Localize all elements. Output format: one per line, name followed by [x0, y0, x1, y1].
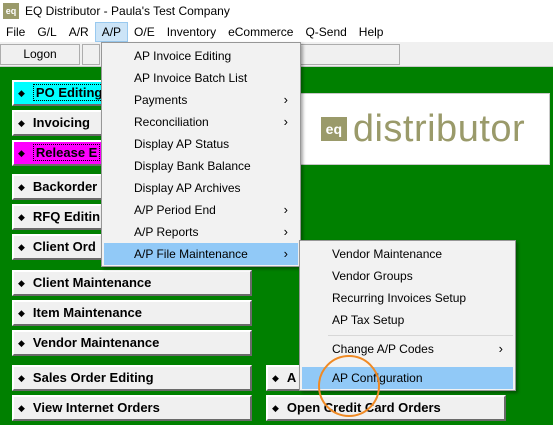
diamond-icon: ◆	[18, 212, 25, 222]
menu-ap[interactable]: A/P	[94, 22, 129, 42]
button-label: Release E	[32, 144, 101, 161]
menu-item-label: AP Configuration	[332, 371, 423, 385]
button-label: RFQ Editin	[32, 209, 101, 224]
menu-item-ap-file-maintenance[interactable]: A/P File Maintenance ›	[104, 243, 298, 265]
diamond-icon: ◆	[18, 278, 25, 288]
po-editing-button[interactable]: ◆ PO Editing	[12, 80, 112, 106]
menu-item-label: AP Tax Setup	[332, 313, 405, 327]
menu-separator	[328, 335, 513, 336]
button-label: PO Editing	[32, 84, 106, 101]
button-label: View Internet Orders	[32, 400, 160, 415]
menu-help[interactable]: Help	[353, 22, 390, 42]
menu-item-label: A/P Reports	[134, 225, 199, 239]
backorders-button[interactable]: ◆ Backorder	[12, 174, 112, 200]
menu-item-vendor-groups[interactable]: Vendor Groups	[302, 265, 513, 287]
button-label: Vendor Maintenance	[32, 335, 160, 350]
button-label: Invoicing	[32, 115, 90, 130]
menu-item-ap-tax-setup[interactable]: AP Tax Setup	[302, 309, 513, 331]
release-button[interactable]: ◆ Release E	[12, 140, 112, 166]
button-label: Item Maintenance	[32, 305, 143, 320]
menu-item-display-ap-archives[interactable]: Display AP Archives	[104, 177, 298, 199]
toolbar-button[interactable]	[300, 44, 400, 65]
submenu-arrow-icon: ›	[283, 202, 288, 217]
rfq-editing-button[interactable]: ◆ RFQ Editin	[12, 204, 112, 230]
menu-inventory[interactable]: Inventory	[161, 22, 222, 42]
button-label: Open Credit Card Orders	[286, 400, 441, 415]
menu-item-label: Vendor Maintenance	[332, 247, 443, 261]
client-orders-button[interactable]: ◆ Client Ord	[12, 234, 112, 260]
menu-item-label: Payments	[134, 93, 188, 107]
menu-item-reconciliation[interactable]: Reconciliation ›	[104, 111, 298, 133]
button-label: A	[286, 370, 297, 385]
menu-item-change-ap-codes[interactable]: Change A/P Codes ›	[302, 338, 513, 360]
menu-item-label: Display AP Archives	[134, 181, 241, 195]
invoicing-button[interactable]: ◆ Invoicing	[12, 110, 112, 136]
ap-dropdown-menu: AP Invoice Editing AP Invoice Batch List…	[101, 42, 301, 267]
menu-gl[interactable]: G/L	[31, 22, 62, 42]
menu-item-recurring-invoices-setup[interactable]: Recurring Invoices Setup	[302, 287, 513, 309]
logon-button[interactable]: Logon	[0, 44, 80, 65]
menu-item-label: Change A/P Codes	[332, 342, 434, 356]
menu-item-display-ap-status[interactable]: Display AP Status	[104, 133, 298, 155]
menu-item-ap-configuration[interactable]: AP Configuration	[302, 367, 513, 389]
menu-item-ap-invoice-batch-list[interactable]: AP Invoice Batch List	[104, 67, 298, 89]
submenu-arrow-icon: ›	[283, 92, 288, 107]
menu-item-label: A/P File Maintenance	[134, 247, 248, 261]
button-label: Backorder	[32, 179, 98, 194]
menu-item-label: A/P Period End	[134, 203, 216, 217]
diamond-icon: ◆	[18, 118, 25, 128]
menu-item-label: Vendor Groups	[332, 269, 413, 283]
diamond-icon: ◆	[18, 338, 25, 348]
diamond-icon: ◆	[18, 242, 25, 252]
menu-ar[interactable]: A/R	[63, 22, 95, 42]
menu-item-payments[interactable]: Payments ›	[104, 89, 298, 111]
button-label: Sales Order Editing	[32, 370, 154, 385]
menu-item-ap-invoice-editing[interactable]: AP Invoice Editing	[104, 45, 298, 67]
menu-qsend[interactable]: Q-Send	[299, 22, 352, 42]
window-title: EQ Distributor - Paula's Test Company	[25, 4, 230, 18]
open-credit-card-orders-button[interactable]: ◆ Open Credit Card Orders	[266, 395, 506, 421]
app-logo-icon: eq	[3, 3, 19, 19]
view-internet-orders-button[interactable]: ◆ View Internet Orders	[12, 395, 252, 421]
logo-box: eq	[320, 117, 347, 141]
menu-item-ap-period-end[interactable]: A/P Period End ›	[104, 199, 298, 221]
logo-text: distributor	[352, 107, 526, 150]
menu-item-label: AP Invoice Batch List	[134, 71, 248, 85]
diamond-icon: ◆	[18, 88, 25, 98]
submenu-arrow-icon: ›	[283, 224, 288, 239]
title-bar: eq EQ Distributor - Paula's Test Company	[0, 0, 553, 22]
submenu-arrow-icon: ›	[498, 341, 503, 356]
diamond-icon: ◆	[18, 403, 25, 413]
diamond-icon: ◆	[18, 308, 25, 318]
diamond-icon: ◆	[272, 373, 279, 383]
menu-item-display-bank-balance[interactable]: Display Bank Balance	[104, 155, 298, 177]
menu-file[interactable]: File	[0, 22, 31, 42]
menu-item-ap-reports[interactable]: A/P Reports ›	[104, 221, 298, 243]
submenu-arrow-icon: ›	[283, 246, 288, 261]
menu-item-label: AP Invoice Editing	[134, 49, 232, 63]
menu-item-label: Recurring Invoices Setup	[332, 291, 467, 305]
submenu-arrow-icon: ›	[283, 114, 288, 129]
menu-item-label: Display Bank Balance	[134, 159, 251, 173]
vendor-maintenance-button[interactable]: ◆ Vendor Maintenance	[12, 330, 252, 356]
button-label: Client Maintenance	[32, 275, 152, 290]
menu-item-vendor-maintenance[interactable]: Vendor Maintenance	[302, 243, 513, 265]
diamond-icon: ◆	[272, 403, 279, 413]
client-maintenance-button[interactable]: ◆ Client Maintenance	[12, 270, 252, 296]
diamond-icon: ◆	[18, 148, 25, 158]
button-label: Client Ord	[32, 239, 96, 254]
ap-file-maintenance-submenu: Vendor Maintenance Vendor Groups Recurri…	[299, 240, 516, 391]
diamond-icon: ◆	[18, 182, 25, 192]
diamond-icon: ◆	[18, 373, 25, 383]
item-maintenance-button[interactable]: ◆ Item Maintenance	[12, 300, 252, 326]
menu-item-label: Reconciliation	[134, 115, 209, 129]
toolbar-button[interactable]	[82, 44, 100, 65]
eq-distributor-logo: eq distributor	[296, 93, 550, 165]
menu-bar: File G/L A/R A/P O/E Inventory eCommerce…	[0, 22, 553, 42]
menu-item-label: Display AP Status	[134, 137, 230, 151]
menu-oe[interactable]: O/E	[128, 22, 161, 42]
sales-order-editing-button[interactable]: ◆ Sales Order Editing	[12, 365, 252, 391]
menu-ecommerce[interactable]: eCommerce	[222, 22, 299, 42]
